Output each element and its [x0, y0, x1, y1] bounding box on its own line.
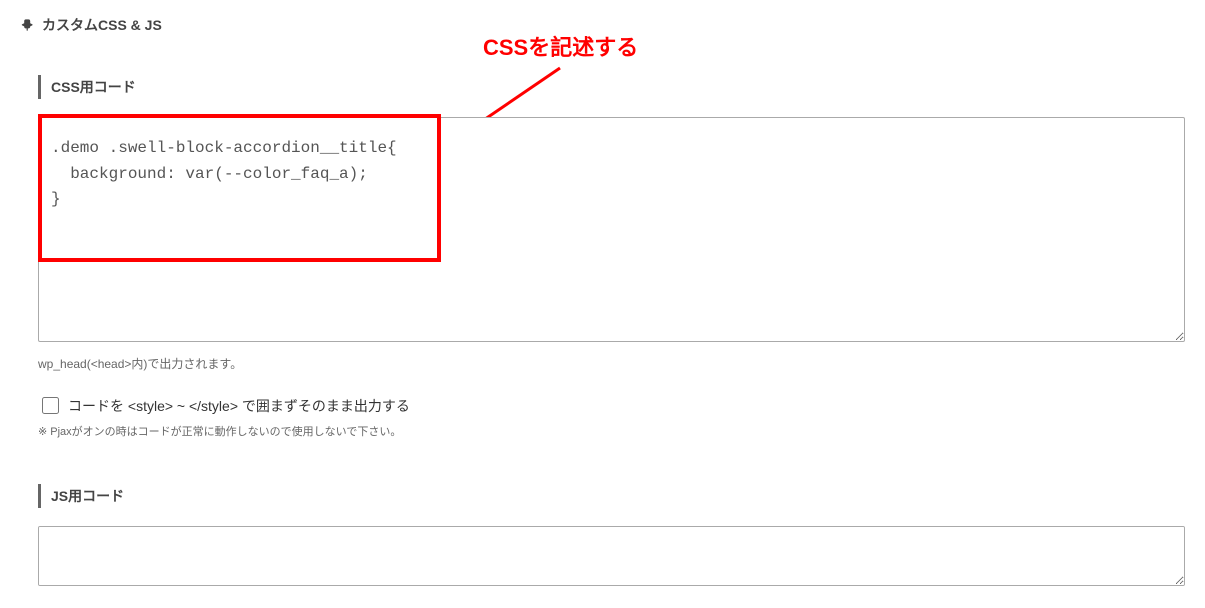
- css-code-textarea[interactable]: [38, 117, 1185, 342]
- raw-output-checkbox-row[interactable]: コードを <style> ~ </style> で囲まずそのまま出力する: [38, 394, 1185, 417]
- raw-output-label: コードを <style> ~ </style> で囲まずそのまま出力する: [68, 396, 410, 416]
- css-section-label: CSS用コード: [38, 75, 1185, 99]
- js-code-textarea[interactable]: [38, 526, 1185, 586]
- raw-output-checkbox[interactable]: [42, 397, 59, 414]
- annotation-label: CSSを記述する: [483, 30, 638, 62]
- panel-title-text: カスタムCSS & JS: [42, 15, 162, 35]
- css-hint: wp_head(<head>内)で出力されます。: [38, 355, 1185, 372]
- js-section-label: JS用コード: [38, 484, 1185, 508]
- pjax-note: ※ Pjaxがオンの時はコードが正常に動作しないので使用しないで下さい。: [38, 423, 1185, 439]
- pin-icon: [20, 17, 36, 33]
